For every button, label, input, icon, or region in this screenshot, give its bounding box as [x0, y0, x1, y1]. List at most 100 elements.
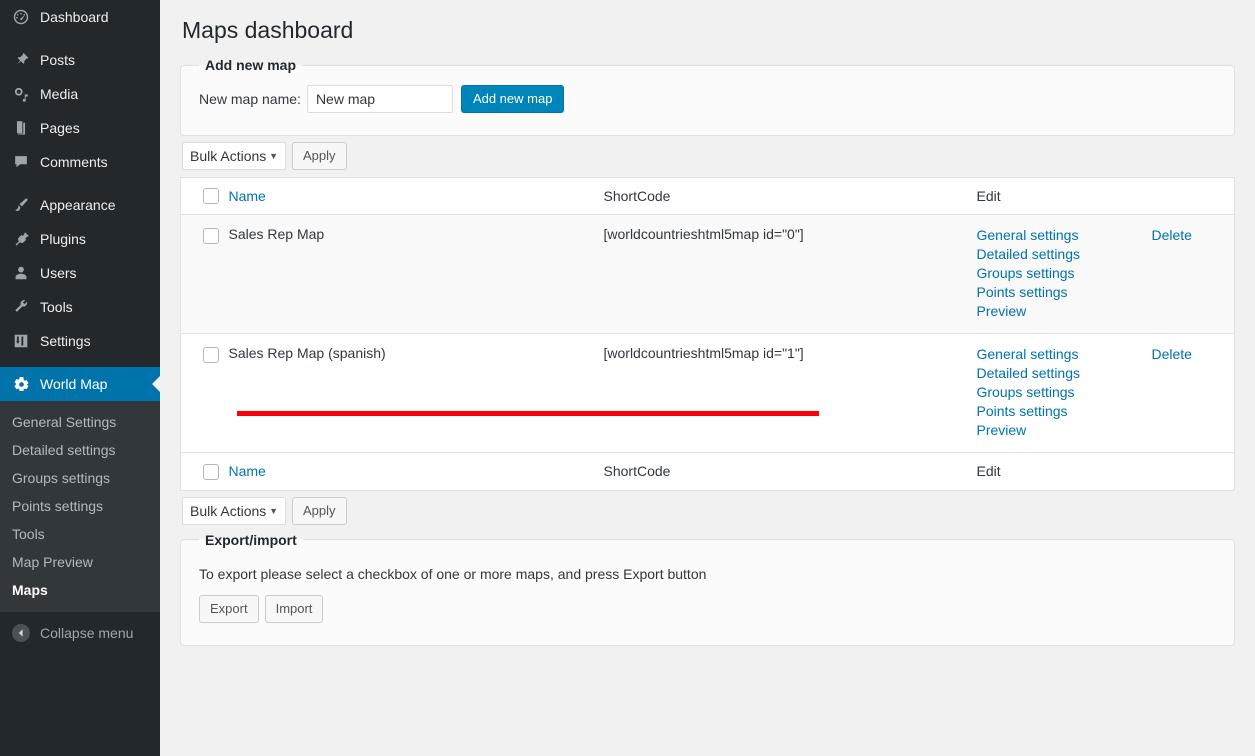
sidebar-item-label: Pages [40, 120, 80, 136]
sidebar-item-tools[interactable]: Tools [0, 290, 160, 324]
collapse-menu-button[interactable]: Collapse menu [0, 616, 160, 650]
submenu-item-detailed-settings[interactable]: Detailed settings [0, 436, 160, 464]
row-select-checkbox[interactable] [203, 346, 219, 363]
bulk-actions-select-top[interactable]: Bulk Actions ▼ [182, 142, 286, 170]
general-settings-link[interactable]: General settings [977, 226, 1152, 245]
submenu-item-groups-settings[interactable]: Groups settings [0, 464, 160, 492]
dashboard-icon [11, 7, 31, 27]
detailed-settings-link[interactable]: Detailed settings [977, 364, 1152, 383]
sidebar-item-label: Users [40, 265, 77, 281]
sidebar-divider [0, 179, 160, 188]
preview-link[interactable]: Preview [977, 302, 1152, 321]
submenu-item-tools[interactable]: Tools [0, 520, 160, 548]
delete-link[interactable]: Delete [1152, 226, 1192, 321]
map-name-cell: Sales Rep Map (spanish) [228, 333, 604, 454]
map-name-cell: Sales Rep Map [228, 214, 604, 335]
sidebar-item-users[interactable]: Users [0, 256, 160, 290]
edit-links-group: General settings Detailed settings Group… [977, 345, 1152, 440]
brush-icon [11, 195, 31, 215]
sidebar-item-label: World Map [40, 376, 108, 392]
sidebar-item-comments[interactable]: Comments [0, 145, 160, 179]
sidebar-item-label: Comments [40, 154, 108, 170]
maps-table-foot: Name ShortCode Edit [180, 452, 1235, 491]
maps-table-head: Name ShortCode Edit [180, 177, 1235, 216]
sidebar-item-label: Appearance [40, 197, 116, 213]
map-shortcode-cell: [worldcountrieshtml5map id="0"] [603, 214, 977, 335]
sidebar-item-pages[interactable]: Pages [0, 111, 160, 145]
sidebar-item-appearance[interactable]: Appearance [0, 188, 160, 222]
sort-by-name-link-bottom[interactable]: Name [229, 463, 266, 479]
gear-icon [11, 374, 31, 394]
plug-icon [11, 229, 31, 249]
delete-link[interactable]: Delete [1152, 345, 1192, 440]
bulk-actions-label: Bulk Actions [190, 502, 267, 519]
admin-sidebar: Dashboard Posts Media Pages Comments App… [0, 0, 160, 756]
points-settings-link[interactable]: Points settings [977, 402, 1152, 421]
sidebar-item-label: Settings [40, 333, 91, 349]
add-new-map-legend: Add new map [205, 57, 297, 73]
general-settings-link[interactable]: General settings [977, 345, 1152, 364]
sidebar-item-label: Plugins [40, 231, 86, 247]
export-import-panel: Export/import To export please select a … [180, 531, 1235, 646]
row-select-checkbox[interactable] [203, 227, 219, 244]
table-header-row: Name ShortCode Edit [180, 177, 1235, 216]
add-new-map-button[interactable]: Add new map [460, 85, 565, 113]
apply-button-bottom[interactable]: Apply [292, 496, 347, 525]
submenu-item-general-settings[interactable]: General Settings [0, 408, 160, 436]
groups-settings-link[interactable]: Groups settings [977, 383, 1152, 402]
export-import-legend: Export/import [205, 531, 297, 548]
new-map-name-input[interactable] [306, 85, 453, 113]
collapse-menu-label: Collapse menu [40, 625, 134, 641]
sidebar-divider [0, 358, 160, 367]
detailed-settings-link[interactable]: Detailed settings [977, 245, 1152, 264]
sidebar-item-label: Posts [40, 52, 76, 68]
points-settings-link[interactable]: Points settings [977, 283, 1152, 302]
sidebar-item-posts[interactable]: Posts [0, 43, 160, 77]
sidebar-item-label: Tools [40, 299, 73, 315]
groups-settings-link[interactable]: Groups settings [977, 264, 1152, 283]
table-footer-row: Name ShortCode Edit [180, 452, 1235, 491]
select-all-header [180, 177, 229, 216]
sidebar-item-settings[interactable]: Settings [0, 324, 160, 358]
submenu-item-points-settings[interactable]: Points settings [0, 492, 160, 520]
row-checkbox-cell [180, 214, 229, 335]
chevron-down-icon: ▼ [269, 505, 278, 516]
map-edit-cell: General settings Detailed settings Group… [976, 214, 1235, 335]
tablenav-top: Bulk Actions ▼ Apply [180, 136, 1235, 177]
add-new-map-panel: Add new map New map name: Add new map [180, 57, 1235, 136]
preview-link[interactable]: Preview [977, 421, 1152, 440]
export-button[interactable]: Export [199, 594, 259, 623]
table-row: Sales Rep Map (spanish) [worldcountriesh… [180, 333, 1235, 454]
wrench-icon [11, 297, 31, 317]
main-content: Maps dashboard Add new map New map name:… [160, 0, 1255, 756]
tablenav-bottom: Bulk Actions ▼ Apply [180, 491, 1235, 532]
sidebar-item-label: Media [40, 86, 79, 102]
column-footer-edit: Edit [976, 452, 1235, 491]
import-button[interactable]: Import [264, 594, 324, 623]
sidebar-divider [0, 34, 160, 43]
user-icon [11, 263, 31, 283]
select-all-checkbox-bottom[interactable] [203, 463, 219, 480]
column-footer-shortcode: ShortCode [603, 452, 977, 491]
sidebar-item-media[interactable]: Media [0, 77, 160, 111]
apply-button-top[interactable]: Apply [292, 142, 347, 170]
sidebar-item-world-map[interactable]: World Map [0, 367, 160, 401]
world-map-submenu: General Settings Detailed settings Group… [0, 401, 160, 612]
row-checkbox-cell [180, 333, 229, 454]
sort-by-name-link-top[interactable]: Name [229, 188, 266, 204]
submenu-item-maps[interactable]: Maps [0, 576, 160, 604]
sidebar-item-plugins[interactable]: Plugins [0, 222, 160, 256]
table-row: Sales Rep Map [worldcountrieshtml5map id… [180, 214, 1235, 335]
select-all-checkbox-top[interactable] [203, 188, 219, 205]
sidebar-item-dashboard[interactable]: Dashboard [0, 0, 160, 34]
page-title: Maps dashboard [182, 17, 354, 43]
bulk-actions-select-bottom[interactable]: Bulk Actions ▼ [182, 496, 286, 525]
submenu-item-map-preview[interactable]: Map Preview [0, 548, 160, 576]
column-header-name: Name [228, 177, 604, 216]
maps-table: Name ShortCode Edit Sales Rep Map [world… [180, 177, 1235, 491]
map-edit-cell: General settings Detailed settings Group… [976, 333, 1235, 454]
new-map-name-label: New map name: [199, 91, 301, 107]
bulk-actions-label: Bulk Actions [190, 148, 267, 164]
edit-links-group: General settings Detailed settings Group… [977, 226, 1152, 321]
sidebar-item-label: Dashboard [40, 9, 109, 25]
